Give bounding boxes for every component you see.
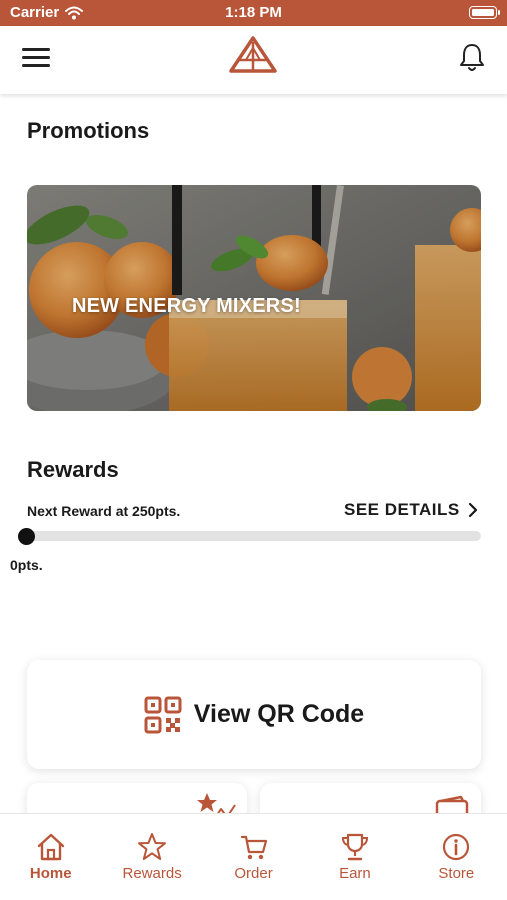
tab-rewards-label: Rewards	[122, 865, 182, 882]
status-time: 1:18 PM	[225, 4, 282, 21]
promotions-heading: Promotions	[27, 118, 150, 143]
rewards-heading: Rewards	[27, 457, 119, 482]
next-reward-label: Next Reward at 250pts.	[27, 503, 181, 519]
status-bar: Carrier 1:18 PM	[0, 0, 507, 26]
bottom-tab-bar: Home Rewards Order Earn Store	[0, 813, 507, 900]
see-details-label: SEE DETAILS	[344, 500, 460, 519]
see-details-link[interactable]: SEE DETAILS	[344, 500, 478, 520]
tab-home-label: Home	[29, 865, 72, 882]
promotion-card[interactable]: NEW ENERGY MIXERS!	[27, 185, 481, 411]
brand-logo[interactable]	[228, 36, 278, 74]
chevron-right-icon	[468, 502, 477, 518]
qr-code-icon	[144, 696, 182, 733]
star-icon	[138, 833, 167, 860]
tab-order-label: Order	[234, 865, 273, 882]
info-icon	[443, 833, 470, 861]
rewards-progress-track	[27, 531, 481, 541]
bell-icon[interactable]	[458, 42, 486, 74]
battery-icon	[469, 6, 500, 19]
tab-earn[interactable]: Earn	[304, 814, 405, 900]
tab-rewards[interactable]: Rewards	[101, 814, 202, 900]
tab-store[interactable]: Store	[406, 814, 507, 900]
view-qr-code-label: View QR Code	[193, 700, 365, 728]
tab-earn-label: Earn	[339, 865, 371, 882]
trophy-icon	[341, 833, 368, 861]
cart-icon	[240, 835, 267, 860]
tab-order[interactable]: Order	[203, 814, 304, 900]
points-value: 0pts.	[10, 557, 43, 573]
tab-store-label: Store	[438, 865, 475, 882]
promotion-caption: NEW ENERGY MIXERS!	[72, 295, 301, 317]
hamburger-menu-button[interactable]	[22, 48, 50, 70]
tab-home[interactable]: Home	[0, 814, 101, 900]
top-nav-bar	[0, 26, 507, 94]
view-qr-code-button[interactable]: View QR Code	[27, 660, 481, 769]
rewards-progress-marker	[18, 528, 35, 545]
home-icon	[37, 833, 64, 861]
